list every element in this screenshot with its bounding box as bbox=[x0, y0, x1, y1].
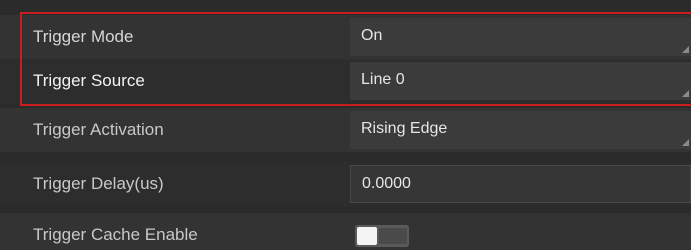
toggle-track bbox=[379, 228, 407, 244]
dropdown-corner-icon bbox=[682, 46, 689, 53]
trigger-activation-dropdown[interactable]: Rising Edge bbox=[350, 111, 691, 149]
dropdown-corner-icon bbox=[682, 139, 689, 146]
trigger-mode-dropdown[interactable]: On bbox=[350, 18, 691, 56]
property-panel: Trigger Mode On Trigger Source Line 0 Tr… bbox=[0, 0, 691, 250]
property-row-trigger-cache-enable: Trigger Cache Enable bbox=[0, 213, 691, 250]
trigger-activation-value: Rising Edge bbox=[361, 120, 448, 137]
trigger-cache-enable-toggle[interactable] bbox=[355, 225, 409, 247]
trigger-delay-input[interactable]: 0.0000 bbox=[350, 165, 691, 203]
dropdown-corner-icon bbox=[682, 90, 689, 97]
trigger-source-value: Line 0 bbox=[361, 71, 405, 88]
property-row-trigger-activation: Trigger Activation Rising Edge bbox=[0, 108, 691, 152]
trigger-source-label: Trigger Source bbox=[33, 71, 145, 90]
trigger-mode-label: Trigger Mode bbox=[33, 27, 134, 46]
trigger-cache-enable-label: Trigger Cache Enable bbox=[33, 225, 198, 244]
trigger-delay-value: 0.0000 bbox=[362, 175, 411, 192]
toggle-knob-icon bbox=[357, 227, 377, 245]
trigger-mode-value: On bbox=[361, 27, 383, 44]
trigger-delay-label: Trigger Delay(us) bbox=[33, 174, 164, 193]
property-row-trigger-mode: Trigger Mode On bbox=[0, 15, 691, 59]
property-row-trigger-source: Trigger Source Line 0 bbox=[0, 59, 691, 103]
trigger-activation-label: Trigger Activation bbox=[33, 120, 164, 139]
property-row-trigger-delay: Trigger Delay(us) 0.0000 bbox=[0, 162, 691, 206]
trigger-source-dropdown[interactable]: Line 0 bbox=[350, 62, 691, 100]
